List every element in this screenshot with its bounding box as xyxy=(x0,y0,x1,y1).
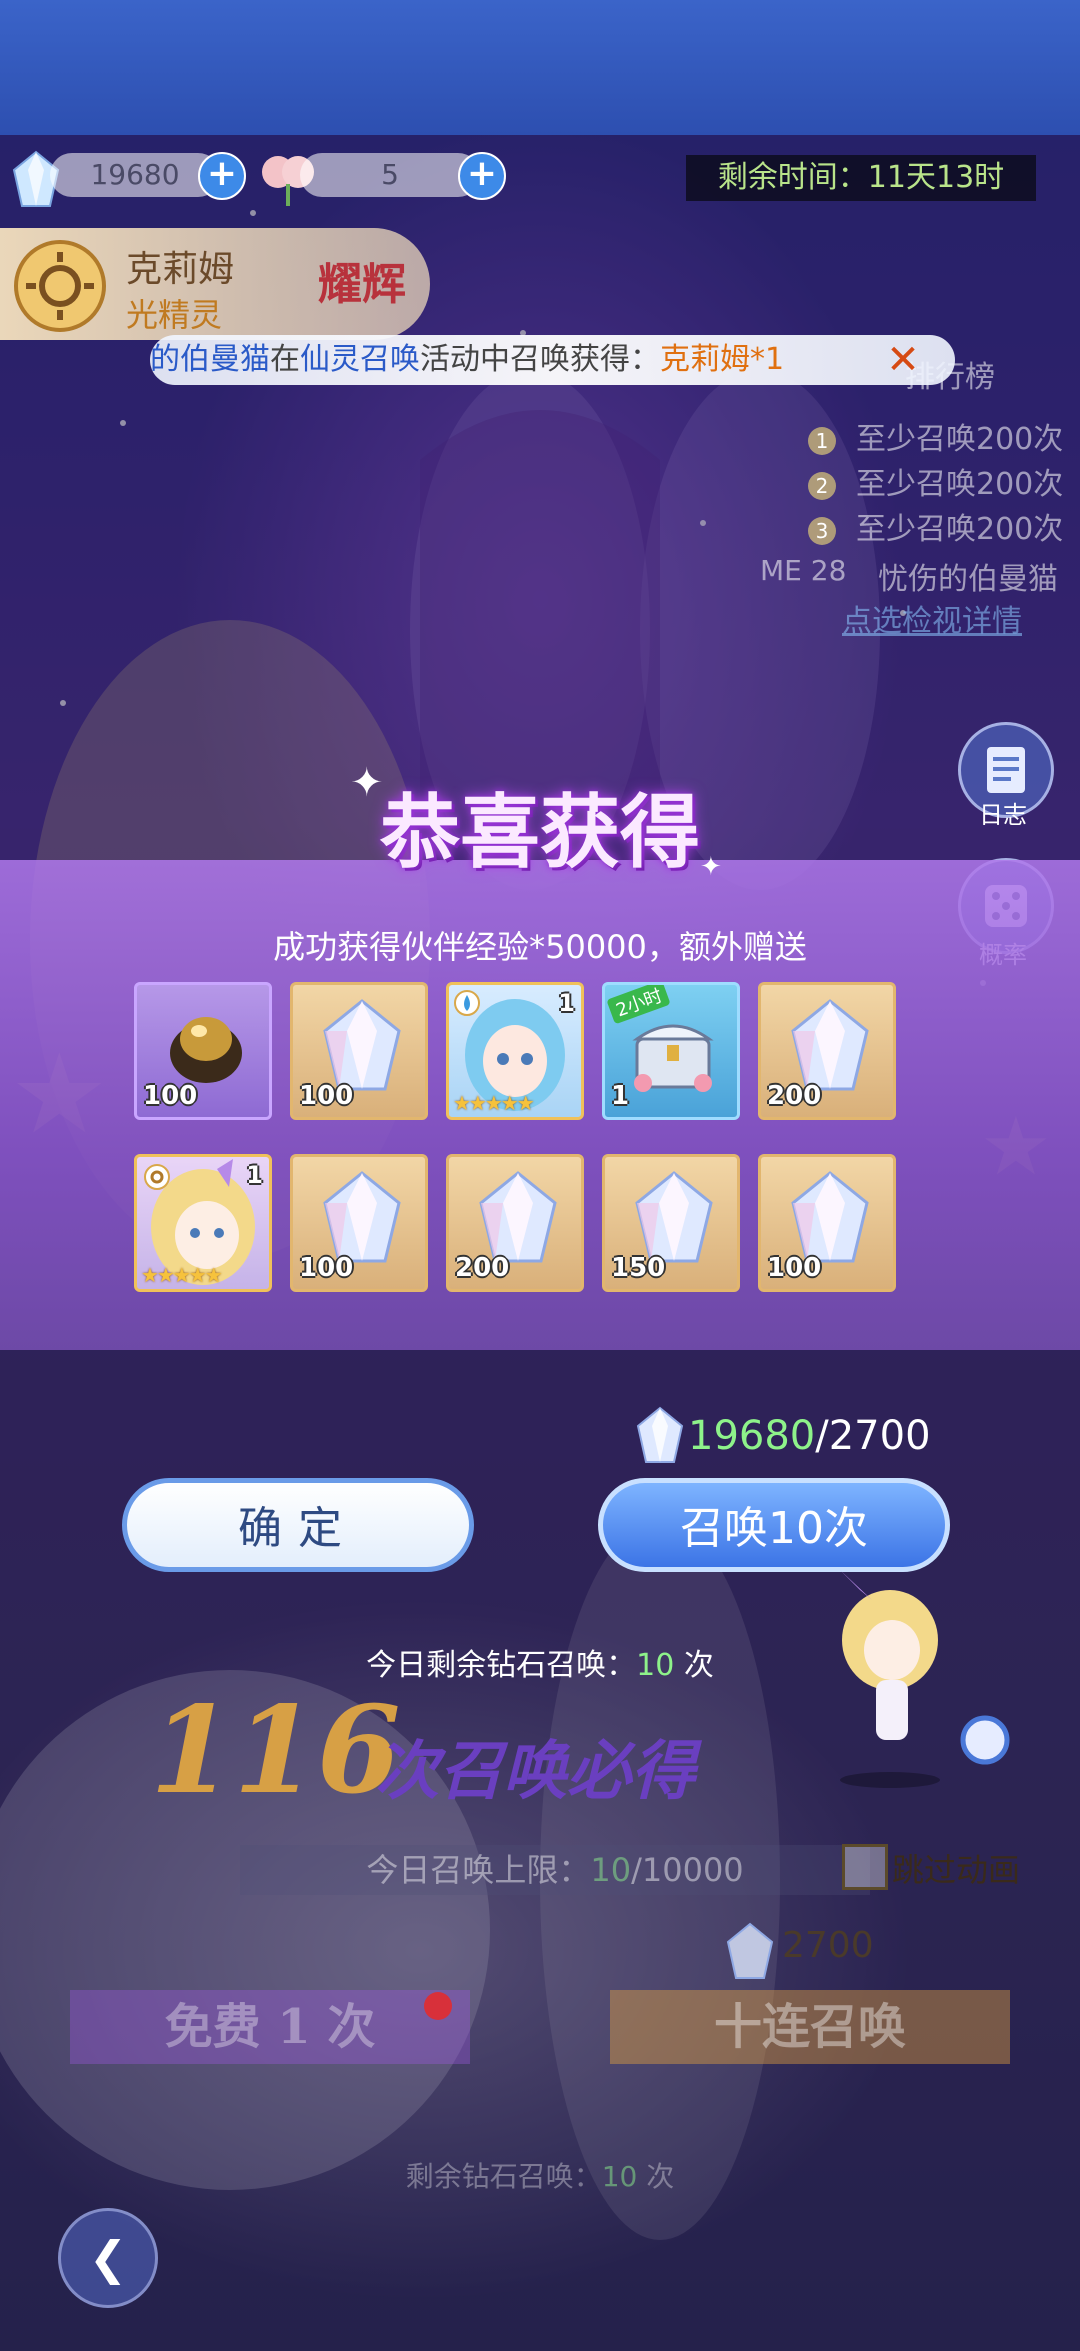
rank-number: 3 xyxy=(808,516,836,545)
skip-animation-label: 跳过动画 xyxy=(892,1851,1021,1889)
my-name: 忧伤的伯曼猫 xyxy=(878,562,1058,597)
notice-event: 仙灵召唤 xyxy=(300,342,420,377)
treasure-chest-icon xyxy=(632,1024,714,1092)
remaining-time: 剩余时间：11天13时 xyxy=(686,155,1036,201)
ranking-detail-link[interactable]: 点选检视详情 xyxy=(842,596,1022,640)
ten-summon-button[interactable]: 十连召唤 xyxy=(610,1990,1010,2064)
reward-item-egg[interactable]: 100 xyxy=(134,982,272,1120)
guarantee-count: 116 xyxy=(150,1680,401,1821)
cost-separator: / xyxy=(815,1413,829,1459)
top-status-bar xyxy=(0,0,1080,135)
popup-subtitle: 成功获得伙伴经验*50000，额外赠送 xyxy=(273,928,807,966)
limit-max: /10000 xyxy=(631,1851,744,1889)
summon-10-button[interactable]: 召唤10次 xyxy=(598,1478,950,1572)
required-diamonds: 2700 xyxy=(828,1413,931,1459)
notification-dot xyxy=(424,1992,452,2020)
guarantee-label: 次召唤必得 xyxy=(375,1734,695,1809)
reward-item-crystal[interactable]: 200 xyxy=(758,982,896,1120)
diamond-icon xyxy=(636,1406,684,1463)
item-count: 1 xyxy=(246,1161,263,1189)
confirm-button[interactable]: 确定 xyxy=(122,1478,474,1572)
remaining-unit: 次 xyxy=(674,1648,714,1683)
ticket-amount: 5 xyxy=(300,153,480,197)
item-quantity: 100 xyxy=(299,1253,354,1283)
ten-summon-cost: 2700 xyxy=(782,1925,874,1966)
remaining-label: 今日剩余钻石召唤： xyxy=(366,1648,637,1683)
chibi-character-icon xyxy=(840,1570,1010,1788)
log-label: 日志 xyxy=(979,801,1027,829)
notice-player: 的伯曼猫 xyxy=(150,342,270,377)
daily-summon-limit: 今日召唤上限：10/10000 xyxy=(240,1845,870,1895)
rank-number: 1 xyxy=(808,426,836,455)
summon-notice-banner: 的伯曼猫在仙灵召唤活动中召唤获得：克莉姆*1 xyxy=(150,335,955,385)
item-quantity: 100 xyxy=(299,1081,354,1111)
popup-title: 恭喜获得 xyxy=(380,786,700,879)
reward-item-crystal[interactable]: 100 xyxy=(290,1154,428,1292)
remaining-count: 10 xyxy=(601,2160,638,2193)
remaining-label: 剩余钻石召唤： xyxy=(405,2160,602,2193)
limit-used: 10 xyxy=(590,1851,632,1889)
reward-item-crystal[interactable]: 100 xyxy=(758,1154,896,1292)
item-quantity: 100 xyxy=(767,1253,822,1283)
back-arrow-icon: ❮ xyxy=(88,2231,128,2285)
item-count: 1 xyxy=(558,989,575,1017)
notice-item: 克莉姆*1 xyxy=(660,342,785,377)
owned-diamonds: 19680 xyxy=(688,1413,816,1459)
ranking-entry: 2 至少召唤200次 xyxy=(808,459,1063,503)
item-quantity: 200 xyxy=(767,1081,822,1111)
star-rating: ★★★★★ xyxy=(453,1091,535,1115)
rank-label: 至少召唤200次 xyxy=(856,422,1064,457)
my-rank: ME 28 xyxy=(760,554,847,587)
item-quantity: 200 xyxy=(455,1253,510,1283)
rank-label: 至少召唤200次 xyxy=(856,467,1064,502)
remaining-unit: 次 xyxy=(637,2160,675,2193)
diamond-amount: 19680 xyxy=(50,153,220,197)
reward-item-crystal[interactable]: 150 xyxy=(602,1154,740,1292)
reward-item-chest[interactable]: 2小时 1 xyxy=(602,982,740,1120)
reward-item-character[interactable]: 1 ★★★★★ xyxy=(446,982,584,1120)
reward-item-crystal[interactable]: 100 xyxy=(290,982,428,1120)
notice-text: 活动中召唤获得： xyxy=(420,342,660,377)
ranking-entry: 3 至少召唤200次 xyxy=(808,504,1063,548)
bottom-remaining-summons: 剩余钻石召唤：10 次 xyxy=(0,2155,1080,2195)
diamond-icon xyxy=(726,1922,774,1979)
rank-label: 至少召唤200次 xyxy=(856,512,1064,547)
add-ticket-button[interactable]: + xyxy=(458,152,506,200)
limit-label: 今日召唤上限： xyxy=(366,1851,591,1889)
ranking-entry: 1 至少召唤200次 xyxy=(808,414,1063,458)
item-quantity: 1 xyxy=(611,1081,630,1111)
star-rating: ★★★★★ xyxy=(141,1263,223,1287)
remaining-count: 10 xyxy=(636,1648,675,1683)
rank-number: 2 xyxy=(808,471,836,500)
character-name: 克莉姆 xyxy=(126,249,235,290)
notice-text: 在 xyxy=(270,342,300,377)
free-summon-button[interactable]: 免费 1 次 xyxy=(70,1990,470,2064)
summon-cost: 19680/2700 xyxy=(688,1408,931,1464)
light-element-icon xyxy=(14,240,106,332)
egg-icon xyxy=(170,1017,242,1083)
skip-animation-checkbox[interactable] xyxy=(842,1844,888,1890)
reward-item-crystal[interactable]: 200 xyxy=(446,1154,584,1292)
item-quantity: 150 xyxy=(611,1253,666,1283)
add-diamond-button[interactable]: + xyxy=(198,152,246,200)
reward-item-character[interactable]: 1 ★★★★★ xyxy=(134,1154,272,1292)
character-class: 光精灵 xyxy=(126,296,223,334)
back-button[interactable]: ❮ xyxy=(58,2208,158,2308)
glory-badge: 耀辉 xyxy=(318,259,406,310)
item-quantity: 100 xyxy=(143,1081,198,1111)
close-icon[interactable]: ✕ xyxy=(880,337,926,383)
